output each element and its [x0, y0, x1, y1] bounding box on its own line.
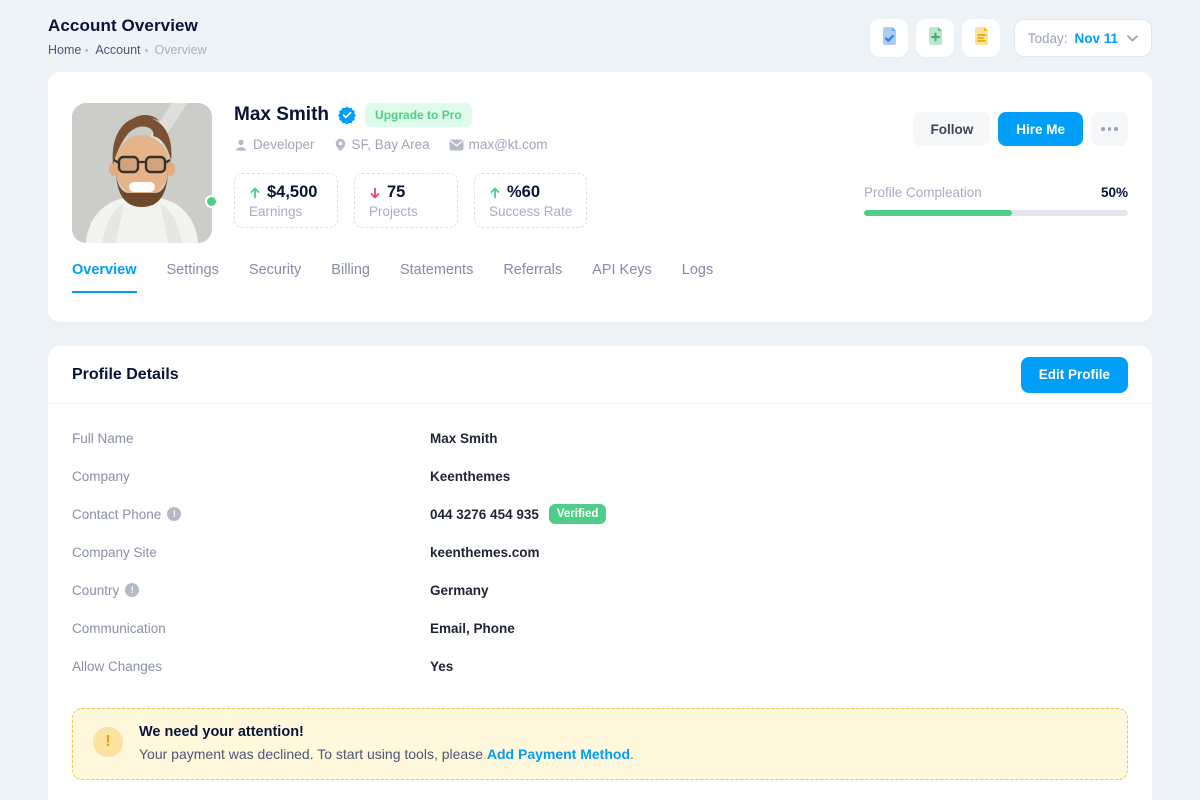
profile-completion: Profile Compleation 50%	[864, 185, 1128, 228]
file-lines-icon	[971, 26, 991, 51]
breadcrumb-home[interactable]: Home	[48, 43, 81, 57]
profile-meta: Developer SF, Bay Area max@kt.com	[234, 137, 548, 152]
breadcrumb-account[interactable]: Account	[95, 43, 140, 57]
row-company: Company Keenthemes	[72, 457, 1128, 495]
page-title: Account Overview	[48, 16, 207, 36]
row-allow-changes: Allow Changes Yes	[72, 647, 1128, 685]
header-actions: Today: Nov 11	[870, 19, 1152, 57]
row-company-site: Company Site keenthemes.com	[72, 533, 1128, 571]
profile-identity: Max Smith Upgrade to Pro Developer	[234, 103, 548, 152]
progress-value: 50%	[1101, 185, 1128, 200]
arrow-up-icon	[489, 187, 501, 199]
avatar	[72, 103, 212, 243]
breadcrumb-separator	[145, 49, 148, 52]
stat-earnings: $4,500 Earnings	[234, 173, 338, 228]
stat-label: Projects	[369, 204, 443, 219]
breadcrumb-separator	[85, 49, 88, 52]
stat-value: %60	[507, 183, 540, 202]
page-header: Account Overview Home Account Overview	[48, 16, 1152, 72]
notice-content: We need your attention! Your payment was…	[139, 724, 634, 762]
profile-email: max@kt.com	[449, 137, 548, 152]
account-tabs: Overview Settings Security Billing State…	[72, 262, 1152, 293]
stat-label: Success Rate	[489, 204, 572, 219]
profile-actions: Follow Hire Me	[913, 112, 1128, 146]
breadcrumb-overview: Overview	[155, 43, 207, 57]
map-pin-icon	[334, 138, 347, 152]
chevron-down-icon	[1127, 35, 1138, 42]
profile-stats: $4,500 Earnings 75 Projects	[234, 173, 587, 228]
today-value: Nov 11	[1074, 31, 1118, 46]
notice-title: We need your attention!	[139, 724, 634, 740]
file-report-button[interactable]	[962, 19, 1000, 57]
info-icon[interactable]	[167, 507, 181, 521]
profile-card: Max Smith Upgrade to Pro Developer	[48, 72, 1152, 322]
stat-success-rate: %60 Success Rate	[474, 173, 587, 228]
row-contact-phone: Contact Phone 044 3276 454 935Verified	[72, 495, 1128, 533]
tab-settings[interactable]: Settings	[167, 262, 219, 293]
stat-value: $4,500	[267, 183, 317, 202]
more-options-button[interactable]	[1091, 112, 1128, 146]
avatar-photo	[72, 103, 212, 243]
profile-name: Max Smith	[234, 104, 329, 126]
breadcrumb: Home Account Overview	[48, 43, 207, 57]
profile-details-card: Profile Details Edit Profile Full Name M…	[48, 346, 1152, 800]
notice-body: Your payment was declined. To start usin…	[139, 746, 634, 762]
info-icon[interactable]	[125, 583, 139, 597]
file-plus-icon	[925, 26, 945, 51]
stat-label: Earnings	[249, 204, 323, 219]
row-communication: Communication Email, Phone	[72, 609, 1128, 647]
arrow-up-icon	[249, 187, 261, 199]
header-left: Account Overview Home Account Overview	[48, 16, 207, 57]
verified-badge: Verified	[549, 504, 607, 524]
tab-statements[interactable]: Statements	[400, 262, 473, 293]
upgrade-to-pro-badge[interactable]: Upgrade to Pro	[365, 103, 472, 127]
warning-icon	[93, 727, 123, 757]
add-payment-method-link[interactable]: Add Payment Method	[487, 746, 630, 762]
detail-rows: Full Name Max Smith Company Keenthemes C…	[48, 404, 1152, 685]
stat-value: 75	[387, 183, 405, 202]
online-status-indicator	[205, 195, 218, 208]
tab-referrals[interactable]: Referrals	[503, 262, 562, 293]
edit-profile-button[interactable]: Edit Profile	[1021, 357, 1128, 393]
progress-bar-fill	[864, 210, 1012, 216]
date-selector[interactable]: Today: Nov 11	[1014, 19, 1152, 57]
progress-label: Profile Compleation	[864, 185, 982, 200]
page: Account Overview Home Account Overview	[0, 0, 1200, 800]
tab-api-keys[interactable]: API Keys	[592, 262, 652, 293]
follow-button[interactable]: Follow	[913, 112, 990, 146]
profile-role: Developer	[234, 137, 315, 152]
ellipsis-icon	[1101, 127, 1118, 131]
file-add-button[interactable]	[916, 19, 954, 57]
details-title: Profile Details	[72, 366, 179, 384]
user-icon	[234, 138, 248, 152]
progress-bar	[864, 210, 1128, 216]
verified-badge-icon	[338, 106, 356, 124]
row-full-name: Full Name Max Smith	[72, 419, 1128, 457]
today-label: Today:	[1028, 31, 1068, 46]
tab-overview[interactable]: Overview	[72, 262, 137, 293]
profile-location: SF, Bay Area	[334, 137, 430, 152]
stat-projects: 75 Projects	[354, 173, 458, 228]
attention-notice: We need your attention! Your payment was…	[72, 708, 1128, 780]
tab-security[interactable]: Security	[249, 262, 301, 293]
file-check-button[interactable]	[870, 19, 908, 57]
tab-logs[interactable]: Logs	[682, 262, 713, 293]
file-check-icon	[879, 26, 899, 51]
envelope-icon	[449, 139, 464, 151]
tab-billing[interactable]: Billing	[331, 262, 370, 293]
arrow-down-icon	[369, 187, 381, 199]
hire-me-button[interactable]: Hire Me	[998, 112, 1083, 146]
row-country: Country Germany	[72, 571, 1128, 609]
